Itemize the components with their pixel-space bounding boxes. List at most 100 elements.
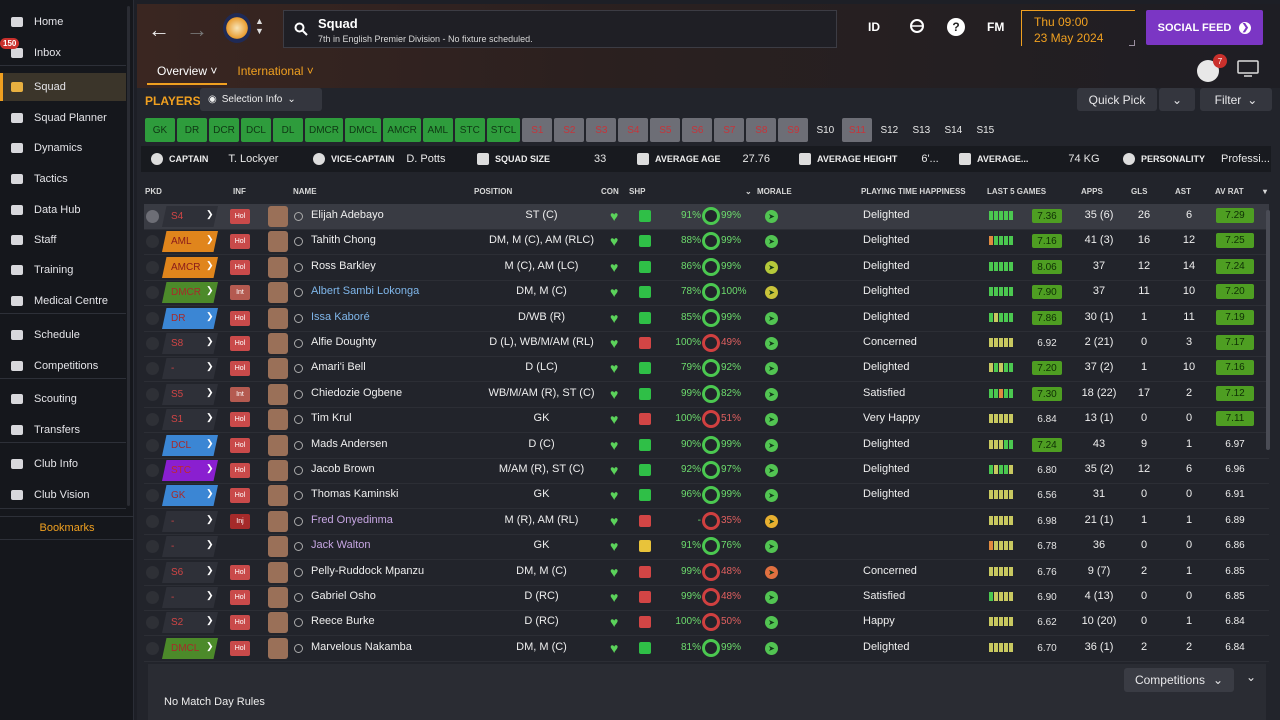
sidebar-item-schedule[interactable]: Schedule [0,321,126,349]
table-row[interactable]: S2 ❯ Hol Reece Burke D (RC) ♥ 100% 50% ➤ Happy 6.6… [144,610,1269,635]
sidebar-item-squad-planner[interactable]: Squad Planner [0,104,126,132]
position-slot-s3[interactable]: S3 [586,118,617,142]
chevron-down-icon[interactable]: ❯ [206,463,214,474]
picked-checkbox[interactable] [146,312,159,325]
picked-checkbox[interactable] [146,566,159,579]
chevron-down-icon[interactable]: ❯ [206,260,214,271]
col-gls[interactable]: GLS [1131,187,1147,196]
player-name[interactable]: Fred Onyedinma [311,514,393,526]
sidebar-item-data-hub[interactable]: Data Hub [0,196,126,224]
col-playing-time[interactable]: PLAYING TIME HAPPINESS [861,187,966,196]
position-slot-amcr[interactable]: AMCR [383,118,421,142]
col-morale[interactable]: MORALE [757,187,792,196]
col-ast[interactable]: AST [1175,187,1191,196]
monitor-icon[interactable] [1237,60,1259,78]
table-row[interactable]: S4 ❯ Hol Elijah Adebayo ST (C) ♥ 91% 99% ➤ Deligh… [144,204,1269,229]
picked-checkbox[interactable] [146,591,159,604]
sidebar-item-tactics[interactable]: Tactics [0,165,126,193]
sidebar-item-club-vision[interactable]: Club Vision [0,481,126,509]
position-slot-s9[interactable]: S9 [778,118,809,142]
position-slot-s8[interactable]: S8 [746,118,777,142]
sidebar-item-competitions[interactable]: Competitions [0,352,126,380]
picked-checkbox[interactable] [146,286,159,299]
collapse-chevron-icon[interactable]: ⌄ [1246,670,1256,684]
col-inf[interactable]: INF [233,187,246,196]
chevron-down-icon[interactable]: ❯ [206,590,214,601]
picked-checkbox[interactable] [146,439,159,452]
sidebar-item-transfers[interactable]: Transfers [0,416,126,444]
picked-checkbox[interactable] [146,337,159,350]
table-row[interactable]: STC ❯ Hol Jacob Brown M/AM (R), ST (C) ♥ 92% 97… [144,458,1269,483]
position-slot-s14[interactable]: S14 [938,118,968,142]
player-name[interactable]: Albert Sambi Lokonga [311,285,419,297]
picked-checkbox[interactable] [146,642,159,655]
selection-info-dropdown[interactable]: ◉ Selection Info ⌄ [200,88,322,111]
date-display[interactable]: Thu 09:00 23 May 2024 [1021,10,1135,46]
col-options-icon[interactable]: ▾ [1263,187,1267,196]
filter-button[interactable]: Filter ⌄ [1200,88,1272,111]
picked-checkbox[interactable] [146,388,159,401]
position-slot-s4[interactable]: S4 [618,118,649,142]
player-name[interactable]: Gabriel Osho [311,590,376,602]
position-slot-dcl[interactable]: DCL [241,118,271,142]
chevron-down-icon[interactable]: ❯ [206,539,214,550]
chevron-down-icon[interactable]: ❯ [206,311,214,322]
picked-checkbox[interactable] [146,616,159,629]
chevron-down-icon[interactable]: ❯ [206,514,214,525]
globe-icon[interactable] [909,18,925,37]
player-name[interactable]: Jacob Brown [311,463,375,475]
position-slot-s5[interactable]: S5 [650,118,681,142]
position-slot-aml[interactable]: AML [422,118,453,142]
vice-captain-cell[interactable]: VICE-CAPTAIN D. Potts [313,146,445,172]
chevron-down-icon[interactable]: ❯ [206,615,214,626]
table-row[interactable]: AML ❯ Hol Tahith Chong DM, M (C), AM (RLC) ♥ 8… [144,229,1269,254]
chevron-down-icon[interactable]: ❯ [206,209,214,220]
col-name[interactable]: NAME [293,187,317,196]
chevron-down-icon[interactable]: ❯ [206,234,214,245]
sidebar-item-squad[interactable]: Squad [0,73,126,101]
chevron-down-icon[interactable]: ❯ [206,336,214,347]
chevron-down-icon[interactable]: ❯ [206,387,214,398]
table-row[interactable]: GK ❯ Hol Thomas Kaminski GK ♥ 96% 99% ➤ Delighted… [144,483,1269,508]
tab-overview[interactable]: Overview ˅ [147,60,228,85]
table-row[interactable]: AMCR ❯ Hol Ross Barkley M (C), AM (LC) ♥ 86% 99… [144,255,1269,280]
picked-checkbox[interactable] [146,362,159,375]
player-name[interactable]: Ross Barkley [311,260,376,272]
table-row[interactable]: S1 ❯ Hol Tim Krul GK ♥ 100% 51% ➤ Very Happy 6.84 1… [144,407,1269,432]
id-icon[interactable]: ID [868,20,880,34]
table-row[interactable]: - ❯ Jack Walton GK ♥ 91% 76% ➤ 6.78 36 0 0 6.86 [144,534,1269,559]
social-feed-button[interactable]: SOCIAL FEED ❯ [1146,10,1263,45]
picked-checkbox[interactable] [146,235,159,248]
sidebar-item-scouting[interactable]: Scouting [0,385,126,413]
picked-checkbox[interactable] [146,210,159,223]
col-shp[interactable]: SHP [629,187,645,196]
position-slot-dr[interactable]: DR [177,118,207,142]
player-name[interactable]: Mads Andersen [311,438,387,450]
club-switch-icon[interactable]: ▲ ▼ [255,16,264,36]
tab-international[interactable]: International ˅ [227,60,323,85]
table-row[interactable]: - ❯ Hol Gabriel Osho D (RC) ♥ 99% 48% ➤ Satisfied… [144,585,1269,610]
col-apps[interactable]: APPS [1081,187,1103,196]
position-slot-s13[interactable]: S13 [906,118,936,142]
player-name[interactable]: Thomas Kaminski [311,488,398,500]
chevron-down-icon[interactable]: ❯ [206,641,214,652]
col-sort-chevron-icon[interactable]: ⌄ [745,187,752,196]
back-arrow-icon[interactable]: ← [147,17,171,42]
player-name[interactable]: Amari'i Bell [311,361,366,373]
table-row[interactable]: - ❯ Hol Amari'i Bell D (LC) ♥ 79% 92% ➤ Delighted… [144,356,1269,381]
picked-checkbox[interactable] [146,515,159,528]
chevron-down-icon[interactable]: ❯ [206,361,214,372]
position-slot-s6[interactable]: S6 [682,118,713,142]
position-slot-gk[interactable]: GK [145,118,175,142]
chevron-down-icon[interactable]: ❯ [206,565,214,576]
sidebar-item-training[interactable]: Training [0,256,126,284]
chevron-down-icon[interactable]: ❯ [206,438,214,449]
table-row[interactable]: DCL ❯ Hol Mads Andersen D (C) ♥ 90% 99% ➤ Delight… [144,433,1269,458]
fm-icon[interactable]: FM [987,20,1004,34]
quick-pick-button[interactable]: Quick Pick [1077,88,1157,111]
position-slot-s15[interactable]: S15 [970,118,1000,142]
player-name[interactable]: Pelly-Ruddock Mpanzu [311,565,424,577]
player-name[interactable]: Issa Kaboré [311,311,370,323]
quick-pick-dropdown[interactable]: ⌄ [1159,88,1195,111]
forward-arrow-icon[interactable]: → [185,17,209,42]
